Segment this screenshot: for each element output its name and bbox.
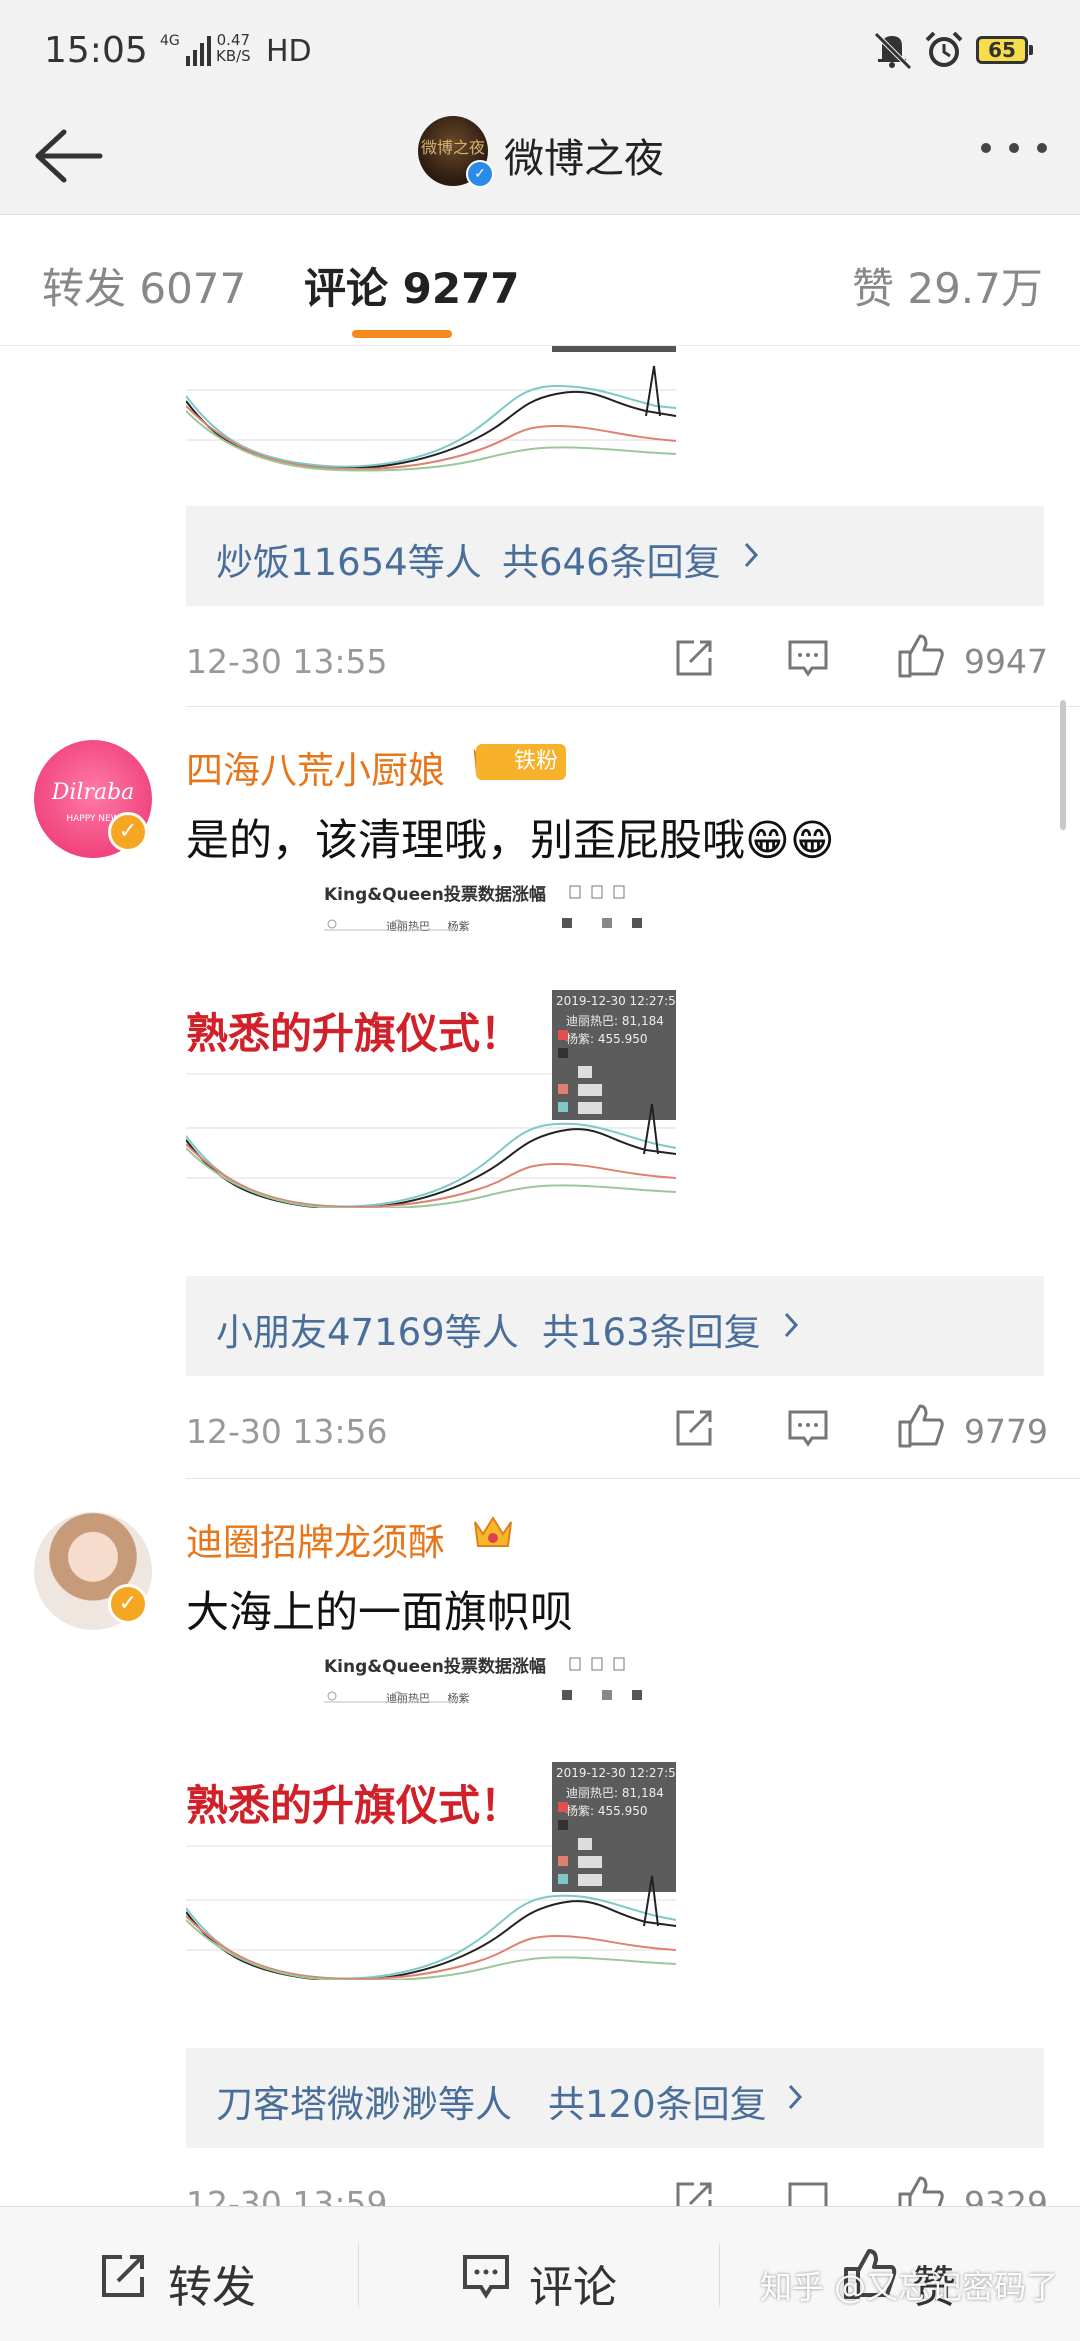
reply-count: 共163条回复 (542, 1311, 761, 1354)
hd-indicator: HD (266, 34, 312, 69)
verified-icon: ✓ (108, 1584, 148, 1624)
reply-summary[interactable]: 炒饭11654等人 共646条回复 (186, 506, 1044, 606)
signal-icon (186, 36, 211, 66)
speed-value: 0.47 (216, 31, 251, 49)
comment-time: 12-30 13:56 (186, 1412, 388, 1451)
comment-label: 评论 (529, 2262, 617, 2313)
username[interactable]: 迪圈招牌龙须酥 (186, 1512, 445, 1566)
chevron-right-icon (744, 542, 759, 568)
divider (186, 1478, 1080, 1479)
verified-icon: ✓ (108, 812, 148, 852)
tab-like[interactable]: 赞 29.7万 (852, 255, 1043, 316)
comment-image[interactable]: King&Queen投票数据涨幅 迪丽热巴 杨紫 熟悉的升旗仪式！ 2019-1… (186, 878, 676, 1208)
crown-icon (474, 1516, 512, 1547)
comment-text: 是的，该清理哦，别歪屁股哦😁😁 (186, 816, 835, 866)
like-icon[interactable] (896, 2172, 946, 2206)
watermark: 知乎 @又忘记密码了 (760, 2268, 1059, 2306)
like-icon[interactable] (896, 630, 946, 680)
divider (186, 706, 1080, 707)
avatar-logo-text: 微博之夜 (420, 138, 485, 157)
comment-icon[interactable] (786, 1406, 830, 1450)
comment-image[interactable]: King&Queen投票数据涨幅 迪丽热巴 杨紫 熟悉的升旗仪式！ 2019-1… (186, 1650, 676, 1980)
page-title[interactable]: 微博之夜 (504, 126, 664, 184)
fan-badge: 铁粉 (476, 744, 567, 780)
reply-users: 炒饭11654等人 (216, 541, 482, 584)
chevron-right-icon (784, 1312, 799, 1338)
repost-label: 转发 (168, 2262, 256, 2313)
comment-icon (463, 2255, 509, 2299)
like-count: 9779 (964, 1412, 1048, 1451)
comment-icon[interactable] (786, 636, 830, 680)
share-icon (102, 2255, 144, 2297)
avatar-text: Dilraba (51, 780, 135, 805)
alarm-icon (925, 31, 963, 67)
comment-button[interactable]: 评论 (359, 2207, 719, 2341)
comment-text: 大海上的一面旗帜呗 (186, 1588, 573, 1638)
tab-repost[interactable]: 转发 6077 (42, 255, 246, 316)
verified-icon: ✓ (466, 160, 494, 188)
network-type: 4G (160, 33, 180, 49)
like-count: 9947 (964, 642, 1048, 681)
back-arrow-icon[interactable] (28, 124, 108, 188)
repost-button[interactable]: 转发 (0, 2207, 358, 2341)
mute-icon (874, 32, 912, 70)
speed-unit: KB/S (216, 47, 251, 65)
username[interactable]: 四海八荒小厨娘 (186, 740, 445, 794)
battery-icon: 65 (976, 36, 1033, 64)
share-icon[interactable] (672, 2178, 716, 2206)
chevron-right-icon (788, 2084, 803, 2110)
comment-image[interactable] (186, 346, 676, 476)
comment-time: 12-30 13:59 (186, 2184, 388, 2206)
reply-count: 共646条回复 (502, 541, 721, 584)
tab-indicator (352, 330, 452, 338)
status-time: 15:05 (44, 30, 148, 71)
tab-comment[interactable]: 评论 9277 (304, 255, 520, 316)
status-bar: 15:05 4G 0.47 KB/S HD 65 (0, 0, 1080, 100)
network-speed: 0.47 KB/S (216, 32, 251, 64)
more-options-icon[interactable] (978, 136, 1050, 160)
comment-icon[interactable] (786, 2178, 830, 2206)
reply-summary[interactable]: 小朋友47169等人 共163条回复 (186, 1276, 1044, 1376)
like-icon[interactable] (896, 1400, 946, 1450)
comment-time: 12-30 13:55 (186, 642, 388, 681)
reply-users: 小朋友47169等人 (216, 1311, 519, 1354)
like-count: 9329 (964, 2184, 1048, 2206)
reply-users: 刀客塔微渺渺等人 (216, 2083, 512, 2126)
share-icon[interactable] (672, 1406, 716, 1450)
reply-count: 共120条回复 (548, 2083, 767, 2126)
scrollbar[interactable] (1060, 700, 1066, 830)
reply-summary[interactable]: 刀客塔微渺渺等人 共120条回复 (186, 2048, 1044, 2148)
tab-bar: 转发 6077 评论 9277 赞 29.7万 (0, 215, 1080, 346)
top-nav: 微博之夜 ✓ 微博之夜 (0, 100, 1080, 215)
comment-list[interactable]: 炒饭11654等人 共646条回复 12-30 13:55 9947 Dilra… (0, 346, 1080, 2206)
share-icon[interactable] (672, 636, 716, 680)
